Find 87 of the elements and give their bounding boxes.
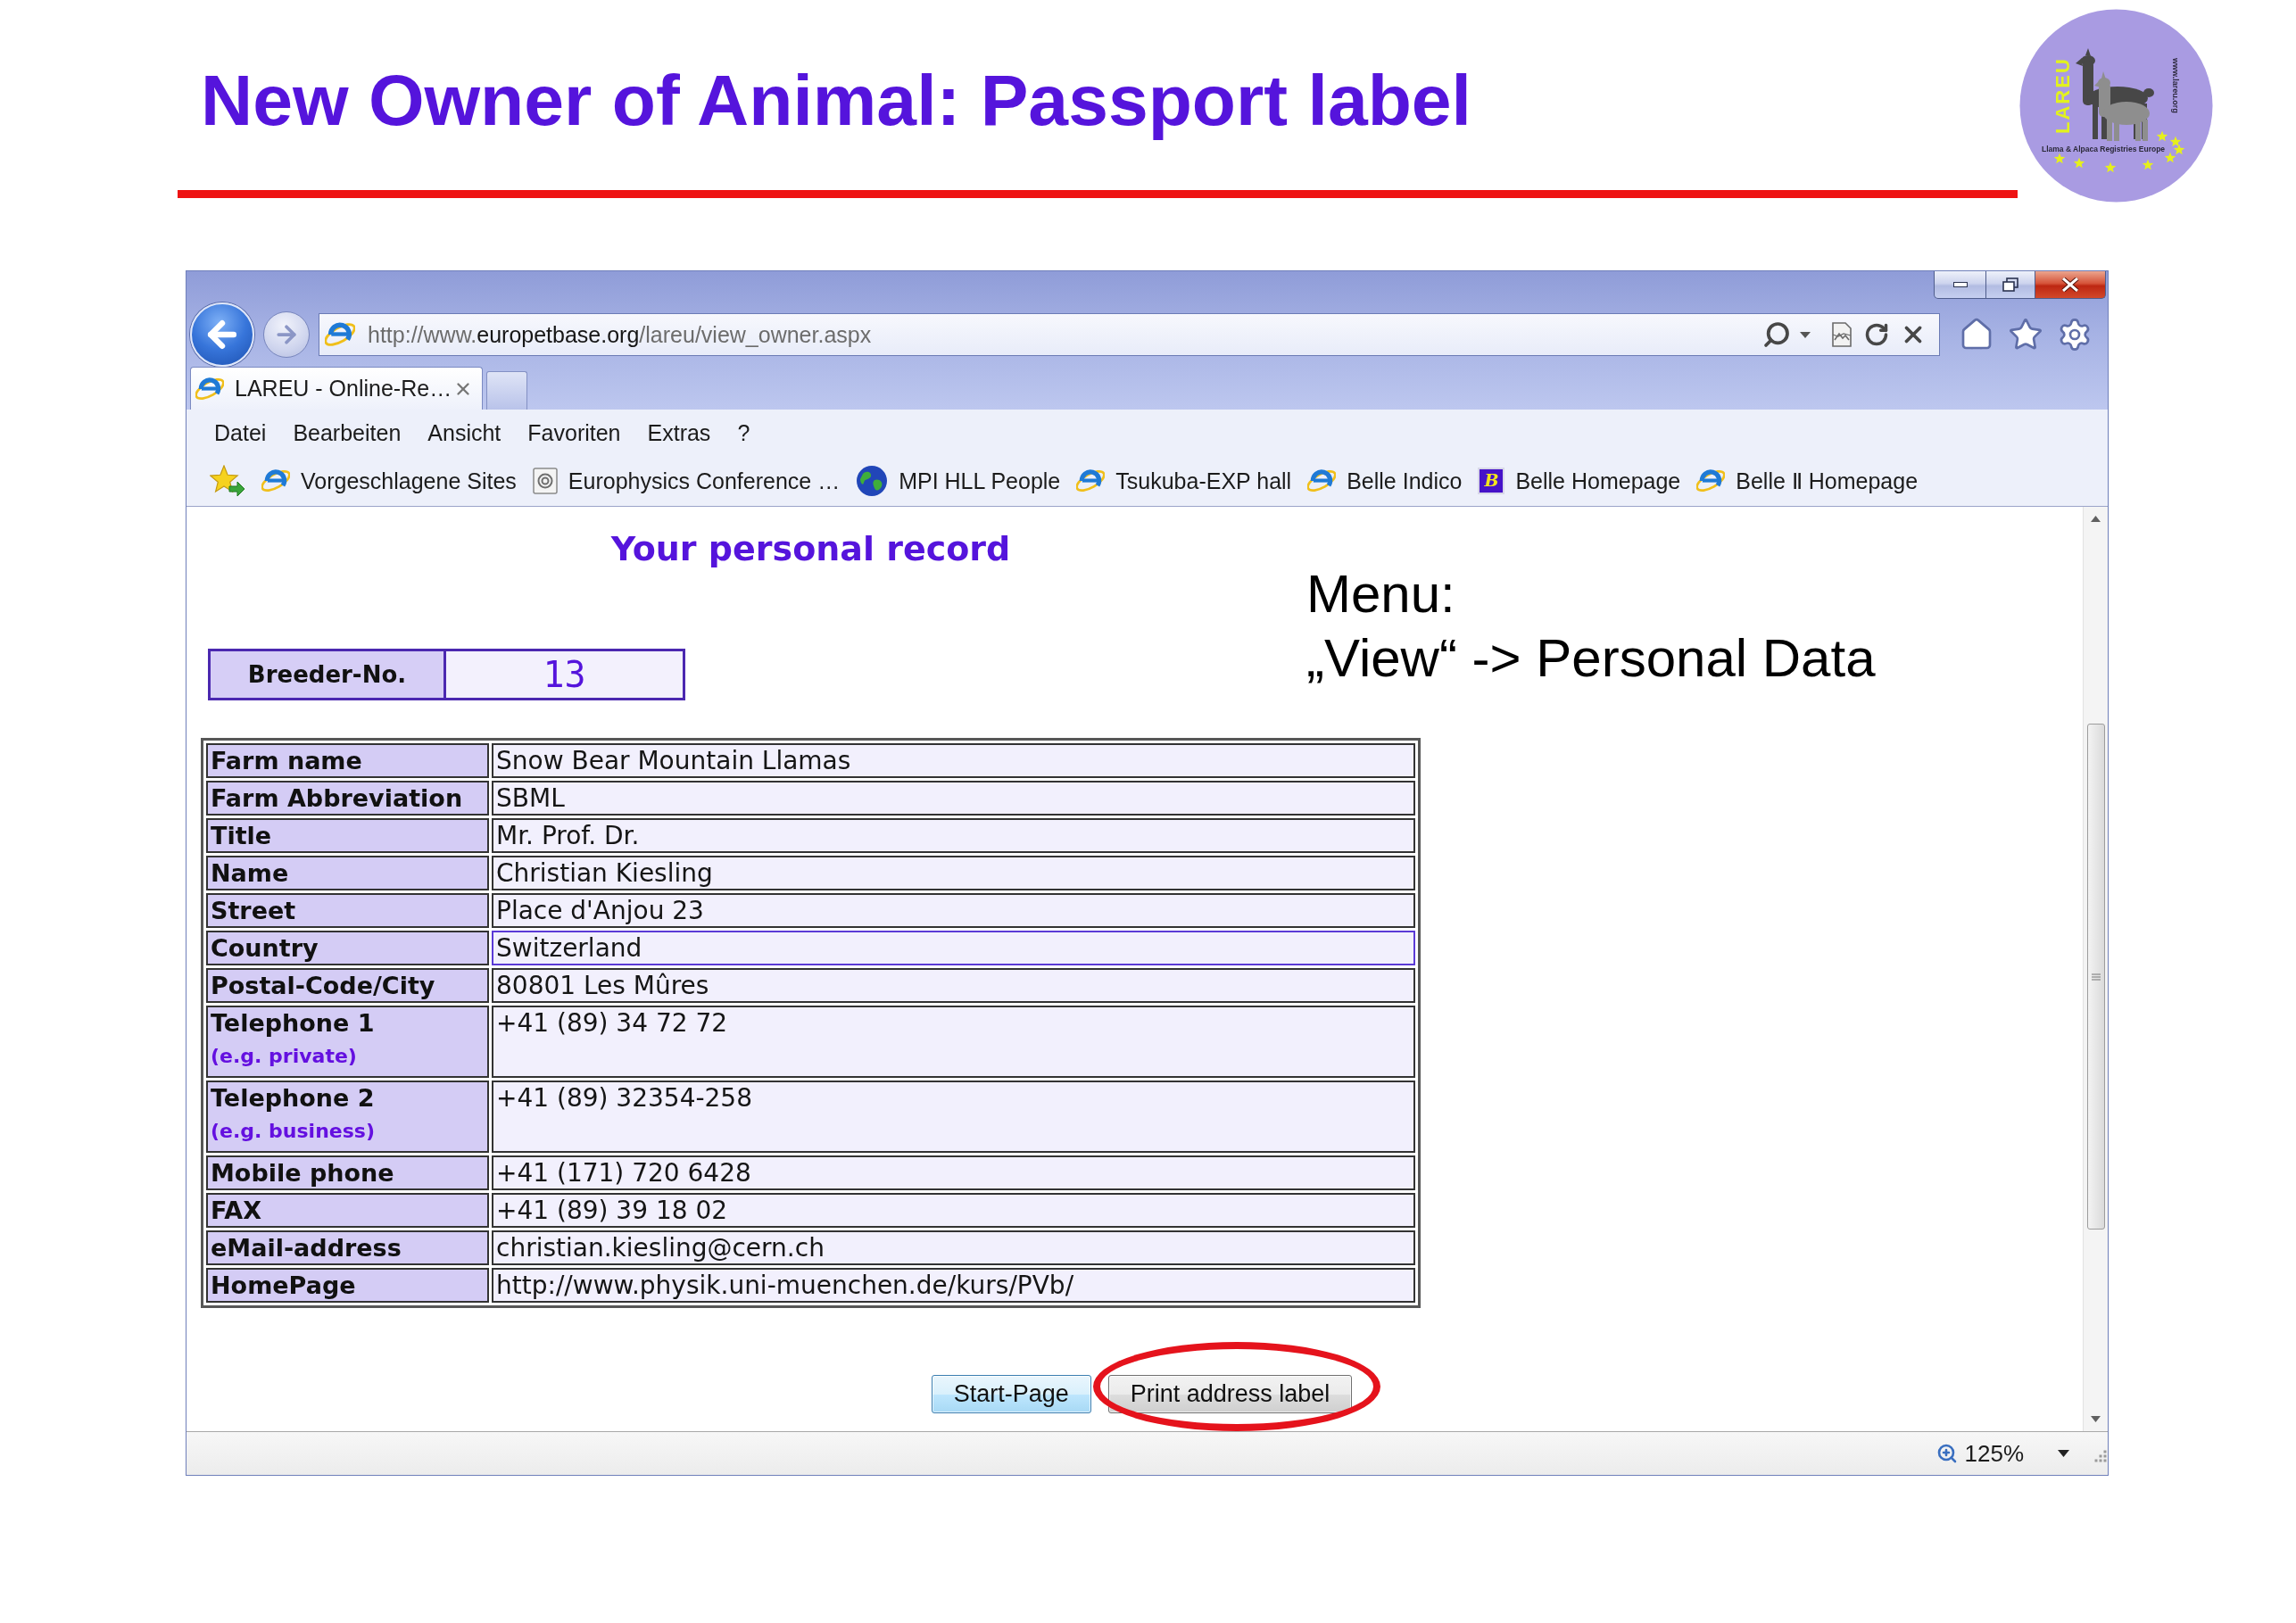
- table-cell: http://www.physik.uni-muenchen.de/kurs/PVb/: [492, 1268, 1415, 1303]
- logo-url: www.lareu.org: [2171, 58, 2180, 113]
- refresh-icon[interactable]: [1864, 322, 1889, 347]
- star-icon: [2156, 130, 2168, 142]
- table-cell: +41 (89) 34 72 72: [492, 1006, 1415, 1078]
- star-icon: [2073, 157, 2085, 169]
- star-icon: [2173, 144, 2185, 155]
- field-label: HomePage: [211, 1271, 357, 1301]
- breeder-label: Breeder-No.: [211, 651, 446, 698]
- page-heading: Your personal record: [610, 528, 1011, 569]
- favorite-link[interactable]: Belle Indico: [1307, 466, 1463, 495]
- favorite-link[interactable]: Tsukuba-EXP hall: [1076, 466, 1292, 495]
- logo-name: LAREU: [2051, 57, 2074, 134]
- restore-icon: [2002, 277, 2018, 292]
- field-label: Postal-Code/City: [211, 971, 436, 1001]
- address-field[interactable]: http://www.europetbase.org/lareu/view_owner.aspx: [319, 313, 1940, 356]
- field-label: eMail-address: [211, 1233, 402, 1263]
- field-label: Street: [211, 896, 297, 926]
- table-cell: Christian Kiesling: [492, 856, 1415, 890]
- scroll-down-icon[interactable]: [2091, 1416, 2101, 1422]
- field-label: Farm Abbreviation: [211, 783, 464, 814]
- favorite-link[interactable]: MPI HLL People: [856, 464, 1061, 497]
- star-icon: [2142, 159, 2154, 170]
- globe-icon: [856, 464, 889, 497]
- menu-item[interactable]: Extras: [634, 416, 725, 449]
- close-icon: [2061, 277, 2079, 292]
- table-cell: +41 (89) 32354-258: [492, 1081, 1415, 1153]
- field-label: Telephone 1: [211, 1008, 376, 1039]
- table-cell: 80801 Les Mûres: [492, 968, 1415, 1003]
- grip-icon: [2091, 973, 2101, 981]
- field-label: Mobile phone: [211, 1158, 395, 1188]
- caret-icon: [2058, 1450, 2069, 1457]
- slide-title: New Owner of Animal: Passport label: [201, 59, 1471, 141]
- close-button[interactable]: [2035, 271, 2106, 299]
- menu-item[interactable]: Datei: [201, 416, 280, 449]
- menu-item[interactable]: Favoriten: [514, 416, 634, 449]
- star-icon: [2053, 153, 2066, 164]
- annotation-text: Menu:: [1306, 563, 1455, 625]
- page-button[interactable]: Start-Page: [931, 1375, 1091, 1413]
- favorite-link[interactable]: B Belle Homepage: [1478, 467, 1681, 494]
- field-hint: (e.g. private): [211, 1044, 358, 1069]
- field-label: Farm name: [211, 746, 363, 776]
- table-cell: Mr. Prof. Dr.: [492, 818, 1415, 853]
- restore-button[interactable]: [1985, 271, 2035, 299]
- letter-favicon: B: [1478, 467, 1505, 494]
- scrollbar-thumb[interactable]: [2086, 724, 2105, 1230]
- table-cell: Place d'Anjou 23: [492, 893, 1415, 928]
- field-label: Name: [211, 858, 290, 889]
- table-cell: Switzerland: [492, 931, 1415, 965]
- breeder-number: 13: [446, 651, 683, 698]
- url-text: http://www.europetbase.org/lareu/view_owner.aspx: [368, 321, 872, 348]
- annotation-text: „View“ -> Personal Data: [1306, 627, 1876, 690]
- table-cell: Snow Bear Mountain Llamas: [492, 743, 1415, 778]
- menu-item[interactable]: Bearbeiten: [279, 416, 415, 449]
- search-icon[interactable]: [1762, 320, 1791, 349]
- favorite-link[interactable]: Belle Ⅱ Homepage: [1696, 466, 1919, 495]
- table-cell: christian.kiesling@cern.ch: [492, 1230, 1415, 1265]
- field-label: Country: [211, 933, 319, 964]
- field-label: FAX: [211, 1196, 263, 1226]
- minimize-icon: [1952, 282, 1968, 287]
- favorite-link[interactable]: Vorgeschlagene Sites: [261, 466, 517, 495]
- menu-item[interactable]: Ansicht: [414, 416, 515, 449]
- minimize-button[interactable]: [1934, 271, 1986, 299]
- favorite-link[interactable]: Europhysics Conference …: [532, 467, 841, 494]
- broken-page-icon[interactable]: [1831, 322, 1853, 347]
- page-icon: [532, 467, 558, 494]
- browser-tab[interactable]: LAREU - Online-Re…: [190, 367, 483, 410]
- zoom-control[interactable]: 125%: [1935, 1440, 2069, 1467]
- zoom-icon: [1935, 1443, 1958, 1464]
- star-icon: [2104, 161, 2117, 173]
- scrollbar[interactable]: [2083, 507, 2108, 1431]
- back-button[interactable]: [190, 302, 254, 367]
- field-label: Telephone 2: [211, 1083, 376, 1114]
- menu-item[interactable]: ?: [724, 416, 764, 449]
- forward-button[interactable]: [263, 311, 310, 358]
- star-icon: [2169, 136, 2182, 147]
- caret-icon[interactable]: [1800, 331, 1811, 338]
- field-hint: (e.g. business): [211, 1119, 376, 1144]
- logo-tagline: Llama & Alpaca Registries Europe: [2041, 145, 2166, 153]
- table-cell: +41 (89) 39 18 02: [492, 1193, 1415, 1228]
- scroll-up-icon[interactable]: [2091, 516, 2101, 522]
- field-label: Title: [211, 821, 273, 851]
- table-cell: +41 (171) 720 6428: [492, 1155, 1415, 1190]
- star-arrow-icon[interactable]: [210, 464, 245, 497]
- star-icon: [2164, 152, 2176, 163]
- page-button[interactable]: Print address label: [1107, 1375, 1353, 1413]
- table-cell: SBML: [492, 781, 1415, 816]
